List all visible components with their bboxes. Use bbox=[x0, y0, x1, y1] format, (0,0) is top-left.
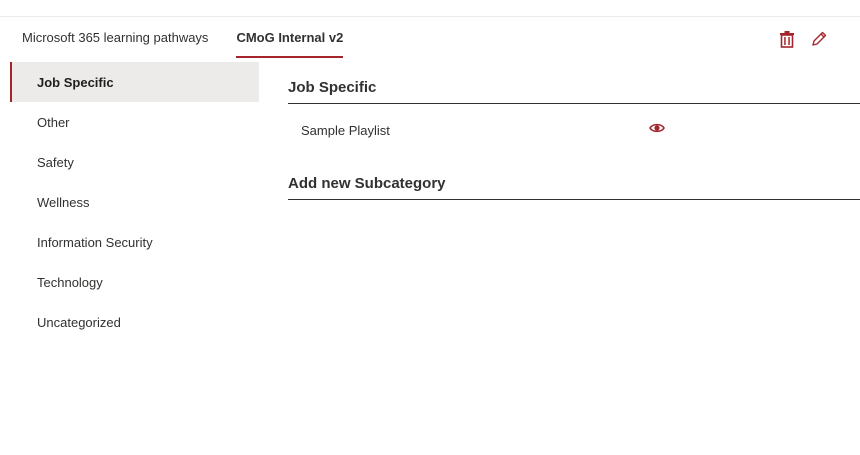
sidebar-item-technology[interactable]: Technology bbox=[10, 262, 259, 302]
sidebar-item-label: Job Specific bbox=[37, 74, 114, 90]
sidebar-item-label: Wellness bbox=[37, 194, 90, 210]
add-subcategory-heading[interactable]: Add new Subcategory bbox=[288, 168, 860, 200]
sidebar-item-label: Safety bbox=[37, 154, 74, 170]
main-content: Job Specific Sample Playlist Add new Sub… bbox=[288, 72, 860, 200]
eye-icon[interactable] bbox=[649, 120, 665, 136]
tab-cmog-internal-v2[interactable]: CMoG Internal v2 bbox=[228, 22, 351, 58]
playlist-title: Sample Playlist bbox=[301, 122, 390, 138]
edit-button[interactable] bbox=[808, 28, 830, 50]
delete-button[interactable] bbox=[776, 28, 798, 50]
tab-bar: Microsoft 365 learning pathways CMoG Int… bbox=[14, 22, 363, 58]
category-sidebar: Job Specific Other Safety Wellness Infor… bbox=[10, 62, 259, 342]
sidebar-item-other[interactable]: Other bbox=[10, 102, 259, 142]
sidebar-item-label: Uncategorized bbox=[37, 314, 121, 330]
tab-microsoft-365-learning-pathways[interactable]: Microsoft 365 learning pathways bbox=[14, 22, 216, 58]
sidebar-item-safety[interactable]: Safety bbox=[10, 142, 259, 182]
top-divider bbox=[0, 16, 860, 17]
sidebar-item-job-specific[interactable]: Job Specific bbox=[10, 62, 259, 102]
sidebar-item-information-security[interactable]: Information Security bbox=[10, 222, 259, 262]
sidebar-item-label: Other bbox=[37, 114, 70, 130]
tab-label: Microsoft 365 learning pathways bbox=[22, 30, 209, 45]
tab-label: CMoG Internal v2 bbox=[236, 30, 344, 45]
sidebar-item-wellness[interactable]: Wellness bbox=[10, 182, 259, 222]
playlist-row[interactable]: Sample Playlist bbox=[288, 104, 860, 156]
sidebar-item-uncategorized[interactable]: Uncategorized bbox=[10, 302, 259, 342]
sidebar-item-label: Technology bbox=[37, 274, 103, 290]
sidebar-item-label: Information Security bbox=[37, 234, 153, 250]
pencil-icon bbox=[812, 31, 827, 46]
section-heading: Job Specific bbox=[288, 72, 860, 104]
tab-actions bbox=[776, 28, 830, 50]
trash-icon bbox=[780, 31, 794, 48]
